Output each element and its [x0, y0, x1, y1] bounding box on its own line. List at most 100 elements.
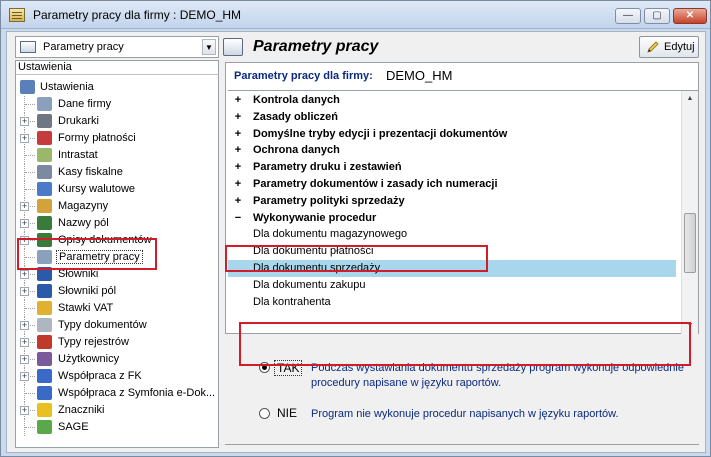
tree-item-label: Typy rejestrów: [58, 336, 129, 348]
expand-icon[interactable]: +: [20, 338, 29, 347]
list-item-label: Parametry dokumentów i zasady ich numera…: [253, 178, 498, 190]
minimize-button[interactable]: —: [615, 8, 641, 24]
view-selector[interactable]: Parametry pracy ▼: [15, 36, 219, 58]
list-item[interactable]: + Parametry dokumentów i zasady ich numer…: [228, 176, 676, 193]
expand-icon[interactable]: +: [20, 117, 29, 126]
tree-item-5[interactable]: Kasy fiskalne: [16, 164, 216, 181]
list-item-label: Domyślne tryby edycji i prezentacji doku…: [253, 127, 508, 140]
expand-icon[interactable]: +: [233, 128, 243, 140]
expand-icon[interactable]: +: [20, 202, 29, 211]
tree-line: [25, 104, 35, 105]
list-item-label: Dla dokumentu magazynowego: [253, 228, 408, 241]
tree-item-16[interactable]: + Użytkownicy: [16, 351, 216, 368]
tree-item-0[interactable]: Ustawienia: [16, 79, 216, 96]
expand-icon[interactable]: +: [233, 94, 243, 106]
tree-item-8[interactable]: + Nazwy pól: [16, 215, 216, 232]
scrollbar[interactable]: ▲ ▼: [681, 91, 698, 334]
tree-item-label: Nazwy pól: [58, 217, 109, 229]
expand-icon[interactable]: +: [20, 372, 29, 381]
firm-label: Parametry pracy dla firmy:: [234, 70, 373, 82]
list-item[interactable]: Dla dokumentu magazynowego: [228, 226, 676, 243]
collapse-icon[interactable]: −: [233, 212, 243, 224]
expand-icon[interactable]: +: [233, 144, 243, 156]
list-item-label: Dla kontrahenta: [253, 295, 331, 308]
tree-item-text: Nazwy pól: [58, 217, 109, 229]
tree-item-label: Magazyny: [58, 200, 109, 212]
tree-item-label: Współpraca z FK: [58, 370, 142, 382]
page-title: Parametry pracy: [253, 38, 379, 55]
tree-item-text: Kursy walutowe: [58, 183, 135, 195]
warehouse-icon: [37, 199, 52, 213]
tree-item-label: SAGE: [58, 421, 89, 433]
expand-icon[interactable]: +: [20, 134, 29, 143]
list-item[interactable]: − Wykonywanie procedur: [228, 210, 676, 227]
scroll-thumb[interactable]: [684, 213, 696, 273]
sage-icon: [37, 420, 52, 434]
tree-item-3[interactable]: + Formy płatności: [16, 130, 216, 147]
tree-item-label: Drukarki: [58, 115, 99, 127]
expand-icon[interactable]: +: [233, 111, 243, 123]
tree-item-text: Dane firmy: [58, 98, 111, 110]
cash-register-icon: [37, 165, 52, 179]
tree-item-label: Kursy walutowe: [58, 183, 136, 195]
main-window: Parametry pracy dla firmy : DEMO_HM — ▢ …: [0, 0, 711, 457]
parameters-list: + Kontrola danych + Zasady obliczeń + Domyśln…: [228, 90, 698, 334]
list-item[interactable]: Dla kontrahenta: [228, 294, 676, 311]
expand-icon[interactable]: +: [20, 406, 29, 415]
tree-item-text: Typy dokumentów: [58, 319, 147, 331]
title-bar[interactable]: Parametry pracy dla firmy : DEMO_HM — ▢ …: [1, 1, 710, 29]
work-params-icon: [223, 38, 243, 56]
scroll-up-icon[interactable]: ▲: [682, 91, 698, 107]
expand-icon[interactable]: +: [233, 195, 243, 207]
tree-item-20[interactable]: SAGE: [16, 419, 216, 436]
list-item-label: Parametry druku i zestawień: [253, 161, 402, 174]
edit-button[interactable]: Edytuj: [639, 36, 699, 58]
maximize-button[interactable]: ▢: [644, 8, 670, 24]
tree-item-4[interactable]: Intrastat: [16, 147, 216, 164]
expand-icon[interactable]: +: [20, 287, 29, 296]
list-item[interactable]: Dla dokumentu zakupu: [228, 277, 676, 294]
expand-icon[interactable]: +: [20, 321, 29, 330]
chevron-down-icon[interactable]: ▼: [202, 39, 216, 55]
tree-item-text: SAGE: [58, 421, 89, 433]
list-item[interactable]: + Parametry druku i zestawień: [228, 159, 676, 176]
tree-line: [25, 427, 35, 428]
tree-item-17[interactable]: + Współpraca z FK: [16, 368, 216, 385]
close-button[interactable]: ✕: [673, 8, 707, 24]
register-types-icon: [37, 335, 52, 349]
tree-item-2[interactable]: + Drukarki: [16, 113, 216, 130]
tree-item-6[interactable]: Kursy walutowe: [16, 181, 216, 198]
list-item-label: Ochrona danych: [253, 144, 340, 157]
tree-item-12[interactable]: + Słowniki pól: [16, 283, 216, 300]
list-item[interactable]: + Domyślne tryby edycji i prezentacji dok…: [228, 126, 676, 143]
expand-icon[interactable]: +: [20, 270, 29, 279]
tree-item-13[interactable]: Stawki VAT: [16, 300, 216, 317]
parameters-panel: Parametry pracy Edytuj Parametry pracy d…: [221, 34, 701, 448]
tree-item-7[interactable]: + Magazyny: [16, 198, 216, 215]
client-area: Parametry pracy ▼ Ustawienia Ustawienia D…: [6, 31, 706, 453]
radio-button[interactable]: [259, 408, 270, 419]
tree-item-15[interactable]: + Typy rejestrów: [16, 334, 216, 351]
tree-item-19[interactable]: + Znaczniki: [16, 402, 216, 419]
list-item[interactable]: + Parametry polityki sprzedaży: [228, 193, 676, 210]
expand-icon[interactable]: +: [233, 178, 243, 190]
expand-icon[interactable]: +: [233, 161, 243, 173]
tree-item-label: Słowniki pól: [58, 285, 117, 297]
list-item[interactable]: + Ochrona danych: [228, 142, 676, 159]
tree-item-text: Magazyny: [58, 200, 108, 212]
tree-item-18[interactable]: Współpraca z Symfonia e-Dok...: [16, 385, 216, 402]
list-item[interactable]: + Kontrola danych: [228, 92, 676, 109]
expand-icon[interactable]: +: [20, 355, 29, 364]
tree-item-1[interactable]: Dane firmy: [16, 96, 216, 113]
option-label: NIE: [277, 406, 298, 420]
expand-icon[interactable]: +: [20, 219, 29, 228]
tree-item-14[interactable]: + Typy dokumentów: [16, 317, 216, 334]
highlight-box-list: [225, 245, 488, 272]
tree-item-label: Dane firmy: [58, 98, 112, 110]
tree-line: [25, 393, 35, 394]
users-icon: [37, 352, 52, 366]
tree-line: [25, 308, 35, 309]
currency-chart-icon: [37, 182, 52, 196]
divider: [225, 444, 699, 445]
list-item[interactable]: + Zasady obliczeń: [228, 109, 676, 126]
